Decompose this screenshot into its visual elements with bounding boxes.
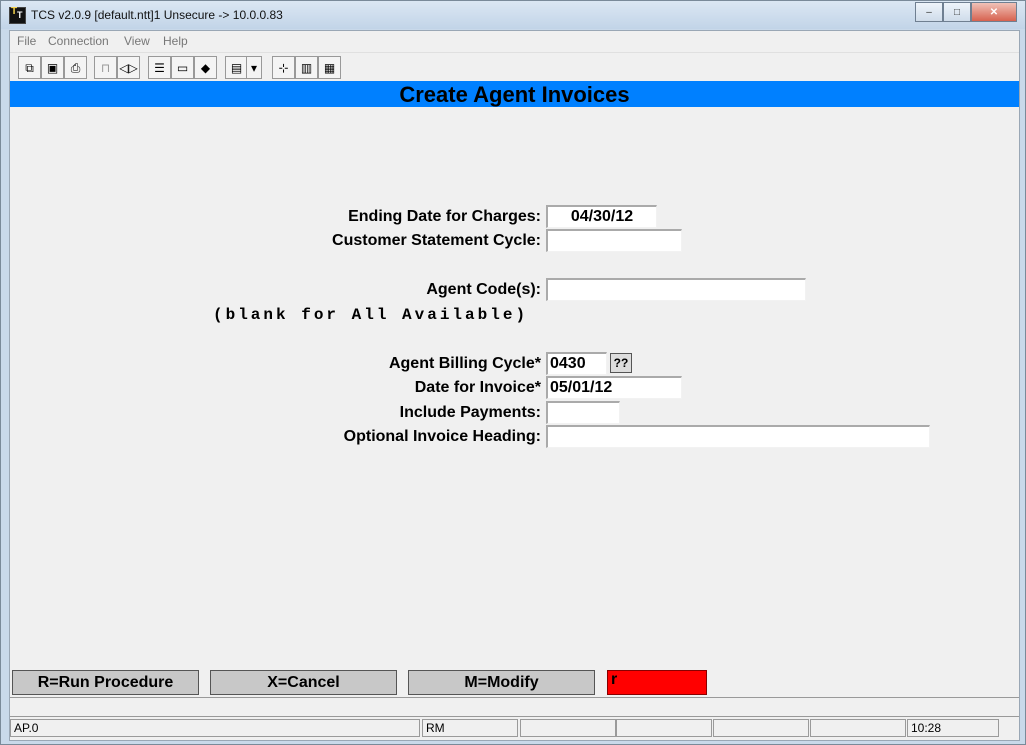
status-empty-4 [810,719,906,737]
header-bar: Create Agent Invoices [10,81,1019,107]
command-input[interactable]: r [607,670,707,695]
divider [10,697,1019,698]
page-title: Create Agent Invoices [399,82,630,107]
monitor-icon[interactable]: ▭ [171,56,194,79]
agent-codes-hint: (blank for All Available) [213,306,529,324]
maximize-button[interactable]: □ [943,2,971,22]
eraser-icon[interactable]: ◆ [194,56,217,79]
chart-icon[interactable]: ▥ [295,56,318,79]
lock-icon[interactable]: ⊓ [94,56,117,79]
invoice-date-label: Date for Invoice* [414,379,541,396]
include-payments-field[interactable] [546,401,620,424]
ending-date-field[interactable]: 04/30/12 [546,205,657,228]
save-icon[interactable]: ▣ [41,56,64,79]
cancel-button[interactable]: X=Cancel [210,670,397,695]
status-time: 10:28 [907,719,999,737]
billing-cycle-label: Agent Billing Cycle* [388,355,541,372]
invoice-heading-label: Optional Invoice Heading: [343,428,541,445]
calculator-icon[interactable]: ▦ [318,56,341,79]
invoice-date-field[interactable]: 05/01/12 [546,376,682,399]
client-area: File Connection View Help ⧉ ▣ ⎙ ⊓ ◁▷ ☰ ▭… [9,30,1020,741]
status-mode: RM [422,719,518,737]
sound-icon[interactable]: ◁▷ [117,56,140,79]
app-icon [9,6,26,24]
lookup-button[interactable]: ?? [610,353,632,373]
status-bar: AP.0 RM 10:28 [10,718,1019,738]
agent-codes-field[interactable] [546,278,806,301]
menu-bar: File Connection View Help [10,31,1019,51]
window-title: TCS v2.0.9 [default.ntt]1 Unsecure -> 10… [31,8,283,22]
status-empty-2 [616,719,712,737]
window-controls: – □ ✕ [915,2,1017,22]
properties-icon[interactable]: ☰ [148,56,171,79]
close-button[interactable]: ✕ [971,2,1017,22]
ending-date-label: Ending Date for Charges: [348,208,541,225]
menu-file[interactable]: File [17,34,36,48]
agent-codes-label: Agent Code(s): [426,281,541,298]
menu-view[interactable]: View [124,34,150,48]
status-empty-3 [713,719,809,737]
include-payments-label: Include Payments: [399,404,541,421]
document-icon[interactable]: ▤ [225,56,248,79]
billing-cycle-field[interactable]: 0430 [546,352,607,375]
divider [10,716,1019,717]
dropdown-icon[interactable]: ▾ [246,56,262,79]
status-empty-1 [520,719,616,737]
toolbar: ⧉ ▣ ⎙ ⊓ ◁▷ ☰ ▭ ◆ ▤ ▾ ⊹ ▥ ▦ [10,52,1019,82]
minimize-button[interactable]: – [915,2,943,22]
copy-icon[interactable]: ⧉ [18,56,41,79]
menu-help[interactable]: Help [163,34,188,48]
status-left: AP.0 [10,719,420,737]
statement-cycle-label: Customer Statement Cycle: [332,232,541,249]
modify-button[interactable]: M=Modify [408,670,595,695]
print-icon[interactable]: ⎙ [64,56,87,79]
statement-cycle-field[interactable] [546,229,682,252]
title-bar: TCS v2.0.9 [default.ntt]1 Unsecure -> 10… [1,1,1025,29]
app-window: TCS v2.0.9 [default.ntt]1 Unsecure -> 10… [0,0,1026,745]
invoice-heading-field[interactable] [546,425,930,448]
menu-connection[interactable]: Connection [48,34,109,48]
network-icon[interactable]: ⊹ [272,56,295,79]
run-procedure-button[interactable]: R=Run Procedure [12,670,199,695]
